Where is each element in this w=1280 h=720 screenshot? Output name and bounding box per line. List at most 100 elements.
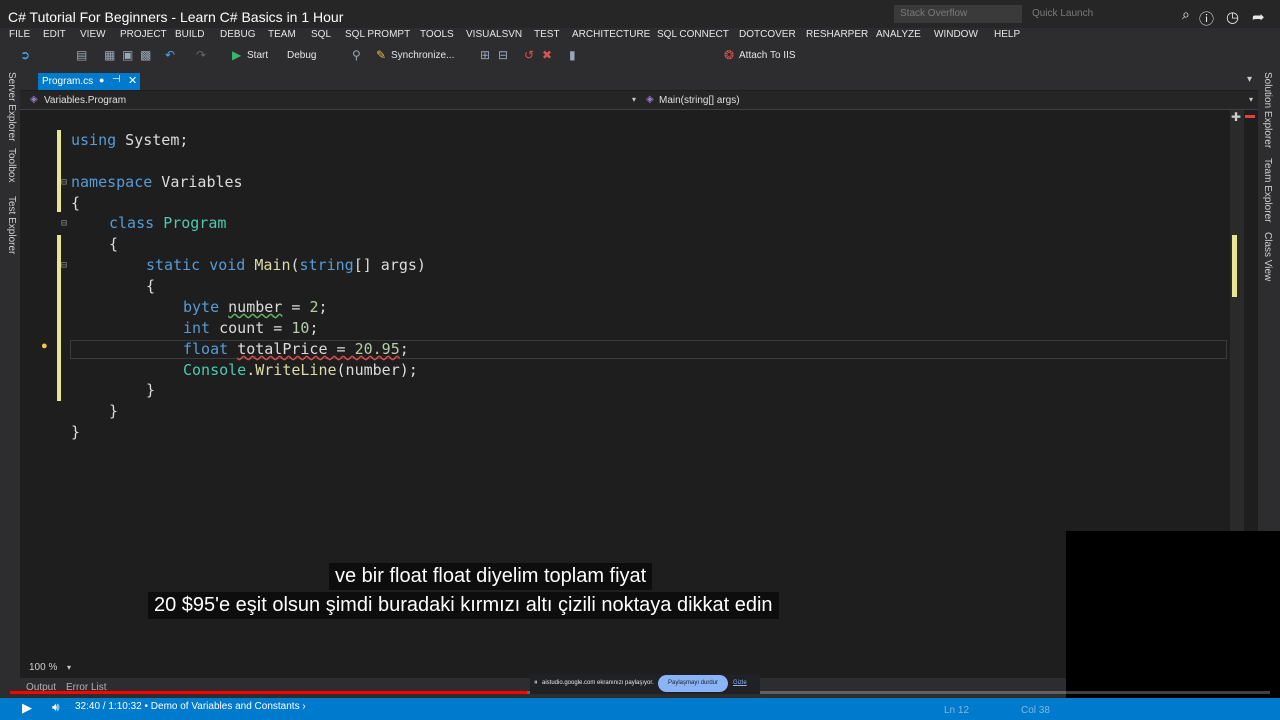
- code-line-3: namespace Variables: [71, 173, 243, 191]
- collapse-icon[interactable]: ⊟: [61, 177, 67, 188]
- chevron-down-icon[interactable]: ▾: [67, 663, 71, 672]
- navigation-bar: [20, 91, 1258, 110]
- share-icon[interactable]: ➦: [1252, 8, 1265, 26]
- revert-icon[interactable]: ↺: [524, 48, 534, 62]
- open-icon[interactable]: ▦: [104, 48, 115, 62]
- save-icon[interactable]: ▣: [122, 48, 133, 62]
- back-icon[interactable]: ➲: [20, 48, 30, 62]
- bookmark-icon[interactable]: ▮: [569, 48, 576, 62]
- webcam-overlay: [1066, 531, 1280, 698]
- menu-test[interactable]: TEST: [534, 29, 560, 40]
- split-icon[interactable]: ✚: [1231, 110, 1241, 124]
- hide-share-link[interactable]: Gizle: [733, 680, 747, 686]
- type-dropdown[interactable]: Variables.Program: [44, 95, 126, 106]
- play-icon[interactable]: ▶: [22, 700, 32, 716]
- member-dropdown[interactable]: Main(string[] args): [659, 95, 740, 106]
- zoom-level[interactable]: 100 %: [29, 662, 57, 673]
- video-time: 32:40 / 1:10:32 • Demo of Variables and …: [75, 701, 306, 712]
- video-title[interactable]: C# Tutorial For Beginners - Learn C# Bas…: [8, 9, 343, 25]
- tab-program-cs[interactable]: Program.cs ● ⊣ ✕: [38, 73, 140, 90]
- server-explorer-tab[interactable]: Server Explorer: [6, 72, 17, 141]
- volume-icon[interactable]: 🔊︎: [52, 700, 60, 715]
- search-input[interactable]: Stack Overflow: [894, 5, 1022, 23]
- subtitle-line-1: ve bir float float diyelim toplam fiyat: [329, 563, 653, 590]
- menu-resharper[interactable]: RESHARPER: [806, 29, 868, 40]
- collapse-icon[interactable]: ⊟: [61, 260, 67, 271]
- delete-icon[interactable]: ✖: [542, 48, 552, 62]
- tab-overflow-icon[interactable]: ▾: [1247, 74, 1252, 85]
- chevron-down-icon[interactable]: ▾: [1249, 95, 1253, 104]
- search-icon[interactable]: ⌕: [1182, 6, 1190, 23]
- toolbar: [0, 46, 1280, 68]
- change-marker: [57, 130, 61, 212]
- menu-team[interactable]: TEAM: [268, 29, 296, 40]
- attach-button[interactable]: Attach To IIS: [739, 50, 796, 61]
- sync-icon[interactable]: ✎: [376, 48, 386, 62]
- code-line-4: {: [71, 194, 81, 212]
- menu-window[interactable]: WINDOW: [934, 29, 978, 40]
- document-tab-row: [20, 68, 1258, 90]
- menu-analyze[interactable]: ANALYZE: [876, 29, 921, 40]
- menu-sql-connect[interactable]: SQL CONNECT: [657, 29, 729, 40]
- error-marker-icon: ▬: [1245, 110, 1255, 121]
- code-line-14: }: [109, 402, 119, 420]
- undo-icon[interactable]: ↶: [165, 48, 175, 62]
- code-line-5: class Program: [109, 214, 227, 232]
- code-line-8: {: [146, 277, 156, 295]
- pin-icon[interactable]: ⊣: [112, 74, 121, 85]
- chapter-title[interactable]: • Demo of Variables and Constants ›: [145, 701, 306, 712]
- sync-button[interactable]: Synchronize...: [391, 50, 454, 61]
- stop-sharing-button[interactable]: Paylaşmayı durdur: [658, 675, 728, 692]
- code-line-12: Console.WriteLine(number);: [183, 361, 418, 379]
- watch-later-icon[interactable]: ◷: [1226, 8, 1239, 26]
- quick-launch-input[interactable]: Quick Launch: [1032, 8, 1093, 19]
- class-view-tab[interactable]: Class View: [1262, 232, 1273, 281]
- collapse-icon[interactable]: ⊟: [61, 218, 67, 229]
- start-button[interactable]: Start: [247, 50, 268, 61]
- menu-dotcover[interactable]: DOTCOVER: [739, 29, 796, 40]
- test-explorer-tab[interactable]: Test Explorer: [6, 196, 17, 254]
- code-line-1: using System;: [71, 131, 189, 149]
- find-icon[interactable]: ⚲: [352, 48, 361, 62]
- menu-project[interactable]: PROJECT: [120, 29, 167, 40]
- close-icon[interactable]: ✕: [128, 74, 137, 87]
- tab-label: Program.cs: [42, 76, 94, 87]
- attach-icon[interactable]: ❂: [724, 48, 734, 62]
- menu-architecture[interactable]: ARCHITECTURE: [572, 29, 650, 40]
- redo-icon[interactable]: ↷: [196, 48, 206, 62]
- layout-icon[interactable]: ⊞: [480, 48, 490, 62]
- subtitle-line-2: 20 $95'e eşit olsun şimdi buradaki kırmı…: [148, 592, 779, 619]
- config-select[interactable]: Debug: [287, 50, 316, 61]
- new-project-icon[interactable]: ▤: [76, 48, 87, 62]
- menu-edit[interactable]: EDIT: [43, 29, 66, 40]
- menu-debug[interactable]: DEBUG: [220, 29, 256, 40]
- code-line-7: static void Main(string[] args): [146, 256, 426, 274]
- team-explorer-tab[interactable]: Team Explorer: [1262, 158, 1273, 222]
- menu-visualsvn[interactable]: VISUALSVN: [466, 29, 522, 40]
- column-number: Col 38: [1021, 705, 1050, 716]
- start-icon[interactable]: ▶: [232, 48, 241, 62]
- menu-file[interactable]: FILE: [9, 29, 30, 40]
- menu-tools[interactable]: TOOLS: [420, 29, 454, 40]
- compare-icon[interactable]: ⊟: [498, 48, 508, 62]
- line-number: Ln 12: [944, 705, 970, 716]
- code-line-6: {: [109, 235, 119, 253]
- menu-help[interactable]: HELP: [994, 29, 1020, 40]
- info-icon[interactable]: ⓘ: [1199, 8, 1214, 29]
- pause-icon: ⏸: [534, 679, 538, 686]
- code-line-15: }: [71, 423, 81, 441]
- chevron-down-icon[interactable]: ▾: [632, 95, 636, 104]
- share-notice-text: aistudio.google.com ekranınızı paylaşıyo…: [542, 680, 654, 686]
- code-line-10: int count = 10;: [183, 319, 319, 337]
- lightbulb-icon[interactable]: ●: [41, 340, 48, 352]
- menu-sql[interactable]: SQL: [311, 29, 331, 40]
- video-progress-fill: [10, 691, 527, 694]
- menu-build[interactable]: BUILD: [175, 29, 204, 40]
- toolbox-tab[interactable]: Toolbox: [6, 148, 17, 182]
- save-all-icon[interactable]: ▩: [140, 48, 151, 62]
- menu-sql-prompt[interactable]: SQL PROMPT: [345, 29, 410, 40]
- solution-explorer-tab[interactable]: Solution Explorer: [1262, 72, 1273, 148]
- code-line-9: byte number = 2;: [183, 298, 328, 316]
- menu-view[interactable]: VIEW: [80, 29, 106, 40]
- method-icon: ◈: [646, 94, 654, 105]
